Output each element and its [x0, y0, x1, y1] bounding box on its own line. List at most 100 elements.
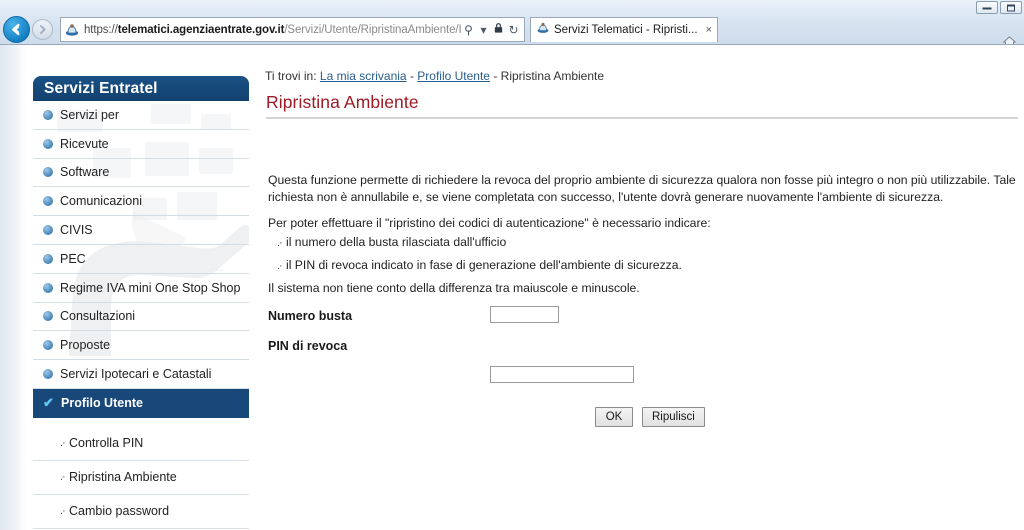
sidebar-subitem-controlla-pin[interactable]: .· Controlla PIN [33, 427, 249, 461]
sidebar-header-title: Servizi Entratel [44, 79, 158, 97]
submenu-bullet-icon: .· [60, 436, 66, 449]
page-left-rail [0, 45, 26, 530]
list-bullet-icon: .· [277, 260, 283, 272]
browser-titlebar [0, 0, 1024, 14]
instructions-paragraph: Per poter effettuare il "ripristino dei … [268, 216, 711, 230]
sidebar-item-pec[interactable]: PEC [33, 245, 249, 274]
requirement-text: il numero della busta rilasciata dall'uf… [286, 235, 507, 249]
sidebar-item-label: Profilo Utente [61, 395, 143, 410]
globe-bullet-icon [43, 225, 53, 236]
sidebar-item-servizi-ipotecari-e-catastali[interactable]: Servizi Ipotecari e Catastali [33, 360, 249, 389]
title-divider [266, 117, 1018, 119]
browser-chrome: https://telematici.agenziaentrate.gov.it… [0, 0, 1024, 48]
sidebar-item-comunicazioni[interactable]: Comunicazioni [33, 187, 249, 217]
sidebar-subitem-cambio-password[interactable]: .· Cambio password [33, 495, 249, 529]
case-note-paragraph: Il sistema non tiene conto della differe… [268, 281, 640, 295]
globe-bullet-icon [43, 138, 53, 149]
tab-favicon-icon [536, 21, 550, 40]
sidebar-item-civis[interactable]: CIVIS [33, 216, 249, 245]
requirement-item: .· il numero della busta rilasciata dall'… [268, 235, 968, 251]
sidebar-subitem-label: Controlla PIN [69, 436, 144, 451]
breadcrumb-sep-2: - [489, 69, 501, 83]
numero-busta-input[interactable] [490, 306, 559, 323]
forward-arrow-icon [40, 25, 46, 34]
sidebar-menu: Servizi per Ricevute Software Comunicazioni… [33, 101, 249, 418]
sidebar-item-label: Comunicazioni [60, 194, 142, 209]
check-icon: ✔ [43, 395, 54, 411]
submenu-bullet-icon: .· [60, 470, 66, 483]
sidebar-item-regime-iva-mini-one-stop-shop[interactable]: Regime IVA mini One Stop Shop [33, 274, 249, 303]
minimize-button[interactable] [976, 1, 998, 14]
lock-icon [491, 22, 506, 37]
chevron-down-icon[interactable]: ▾ [476, 23, 491, 37]
globe-bullet-icon [43, 167, 53, 178]
breadcrumb-current: Ripristina Ambiente [500, 69, 605, 83]
sidebar-item-label: Ricevute [60, 136, 109, 151]
window-controls [976, 1, 1022, 14]
label-numero-busta: Numero busta [268, 309, 353, 323]
minimize-icon [982, 6, 992, 9]
forward-button[interactable] [32, 19, 53, 40]
ripristina-form: Numero busta PIN di revoca [268, 306, 1008, 383]
sidebar-item-profilo-utente[interactable]: ✔ Profilo Utente [33, 388, 249, 418]
sidebar-item-label: Servizi per [60, 107, 120, 122]
url-text: https://telematici.agenziaentrate.gov.it… [84, 23, 461, 36]
globe-bullet-icon [43, 369, 53, 380]
list-bullet-icon: .· [277, 237, 283, 249]
back-button[interactable] [3, 16, 30, 43]
tab-title: Servizi Telematici - Ripristi... [554, 24, 698, 36]
breadcrumb: Ti trovi in: La mia scrivania - Profilo … [265, 69, 604, 83]
page-title: Ripristina Ambiente [266, 92, 419, 112]
maximize-button[interactable] [1000, 1, 1022, 14]
sidebar-item-proposte[interactable]: Proposte [33, 331, 249, 361]
close-icon[interactable]: × [706, 24, 712, 36]
sidebar-subitem-label: Ripristina Ambiente [69, 470, 177, 485]
search-icon[interactable]: ⚲ [461, 23, 476, 37]
sidebar-item-consultazioni[interactable]: Consultazioni [33, 303, 249, 332]
sidebar-item-label: CIVIS [60, 223, 93, 238]
sidebar-item-label: Consultazioni [60, 309, 136, 324]
breadcrumb-link-profilo-utente[interactable]: Profilo Utente [417, 69, 490, 83]
sidebar-subitem-label: Cambio password [69, 504, 170, 519]
sidebar-item-label: Proposte [60, 338, 111, 353]
requirements-list: .· il numero della busta rilasciata dall'… [268, 235, 968, 281]
site-favicon-icon [64, 22, 80, 38]
sidebar-item-label: Servizi Ipotecari e Catastali [60, 367, 212, 382]
requirement-item: .· il PIN di revoca indicato in fase di g… [268, 258, 968, 274]
sidebar-separator [33, 417, 249, 427]
back-arrow-icon [12, 23, 20, 36]
intro-paragraph: Questa funzione permette di richiedere l… [268, 173, 1016, 204]
breadcrumb-prefix: Ti trovi in: [265, 69, 320, 83]
sidebar-item-label: Software [60, 165, 110, 180]
field-row-pin-di-revoca: PIN di revoca [268, 336, 1008, 383]
tab-servizi-telematici[interactable]: Servizi Telematici - Ripristi... × [530, 17, 719, 42]
sidebar-item-ricevute[interactable]: Ricevute [33, 130, 249, 159]
sidebar-header: Servizi Entratel [33, 76, 249, 101]
label-pin-di-revoca: PIN di revoca [268, 339, 348, 353]
globe-bullet-icon [43, 196, 53, 207]
sidebar-item-servizi-per[interactable]: Servizi per [33, 101, 249, 130]
pin-di-revoca-input[interactable] [490, 366, 634, 383]
sidebar: Servizi Entratel Servizi per Ricevute Soft… [33, 76, 249, 529]
globe-bullet-icon [43, 253, 53, 264]
submenu-bullet-icon: .· [60, 504, 66, 517]
ripulisci-button[interactable]: Ripulisci [642, 407, 705, 427]
address-bar[interactable]: https://telematici.agenziaentrate.gov.it… [60, 17, 525, 42]
sidebar-item-label: PEC [60, 251, 86, 266]
tab-strip: Servizi Telematici - Ripristi... × [530, 17, 719, 42]
requirement-text: il PIN di revoca indicato in fase di gen… [286, 258, 682, 272]
sidebar-item-software[interactable]: Software [33, 159, 249, 188]
refresh-icon[interactable]: ↻ [506, 23, 521, 37]
field-row-numero-busta: Numero busta [268, 306, 1008, 336]
sidebar-subitem-ripristina-ambiente[interactable]: .· Ripristina Ambiente [33, 461, 249, 495]
sidebar-submenu: .· Controlla PIN .· Ripristina Ambiente .· Ca… [33, 426, 249, 529]
ok-button[interactable]: OK [595, 407, 633, 427]
browser-navigation-row: https://telematici.agenziaentrate.gov.it… [0, 14, 1024, 48]
breadcrumb-link-la-mia-scrivania[interactable]: La mia scrivania [320, 69, 407, 83]
globe-bullet-icon [43, 311, 53, 322]
sidebar-item-label: Regime IVA mini One Stop Shop [60, 280, 241, 295]
breadcrumb-sep-1: - [406, 69, 418, 83]
main-content: Ti trovi in: La mia scrivania - Profilo … [265, 45, 1020, 530]
globe-bullet-icon [43, 109, 53, 120]
maximize-icon [1007, 4, 1015, 11]
